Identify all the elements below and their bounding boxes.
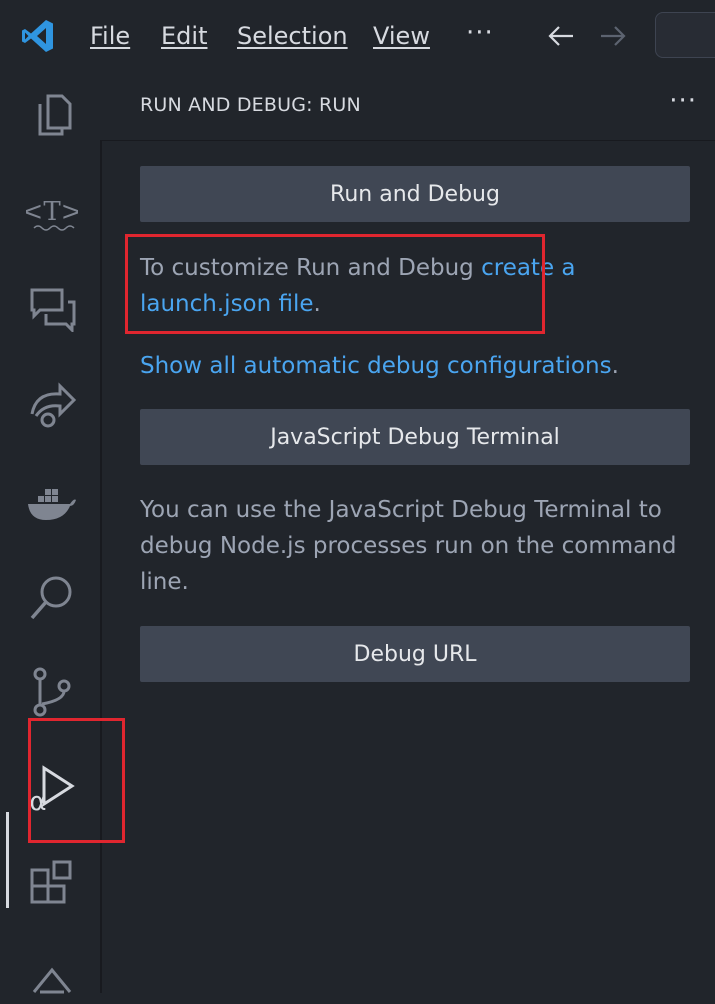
debug-url-button[interactable]: Debug URL bbox=[140, 626, 690, 682]
views-more-icon[interactable]: ··· bbox=[669, 86, 697, 116]
javascript-debug-terminal-button[interactable]: JavaScript Debug Terminal bbox=[140, 409, 690, 465]
forward-arrow-icon[interactable] bbox=[598, 24, 628, 48]
menu-selection[interactable]: Selection bbox=[237, 20, 348, 52]
menu-view[interactable]: View bbox=[373, 20, 430, 52]
sidebar-title: RUN AND DEBUG: RUN bbox=[140, 94, 361, 116]
docker-icon[interactable] bbox=[26, 476, 78, 528]
vscode-logo-icon bbox=[22, 20, 53, 52]
activity-bar: <T> α bbox=[0, 72, 100, 994]
menu-more-icon[interactable]: ··· bbox=[466, 18, 494, 48]
live-share-icon[interactable] bbox=[26, 378, 78, 430]
extensions-icon[interactable] bbox=[26, 860, 78, 912]
svg-text:<T>: <T> bbox=[26, 197, 78, 227]
sidebar-header: RUN AND DEBUG: RUN ··· bbox=[100, 72, 715, 141]
menu-edit[interactable]: Edit bbox=[161, 20, 207, 52]
remote-explorer-icon[interactable] bbox=[26, 952, 78, 1004]
show-configurations-text: Show all automatic debug configurations. bbox=[140, 353, 619, 379]
source-control-icon[interactable] bbox=[26, 666, 78, 718]
command-center[interactable] bbox=[655, 12, 715, 58]
run-and-debug-sidebar: RUN AND DEBUG: RUN ··· Run and Debug To … bbox=[100, 72, 715, 993]
js-terminal-description: You can use the JavaScript Debug Termina… bbox=[140, 497, 677, 595]
title-bar: File Edit Selection View ··· bbox=[0, 0, 715, 72]
sidebar-divider bbox=[100, 140, 102, 993]
active-view-indicator bbox=[6, 812, 9, 908]
launch-json-highlight-box bbox=[125, 234, 545, 334]
text-extension-icon[interactable]: <T> bbox=[26, 186, 78, 238]
debug-icon-highlight-box bbox=[28, 718, 125, 843]
search-icon[interactable] bbox=[26, 572, 78, 624]
back-arrow-icon[interactable] bbox=[546, 24, 576, 48]
explorer-icon[interactable] bbox=[26, 90, 78, 142]
run-and-debug-button[interactable]: Run and Debug bbox=[140, 166, 690, 222]
menu-file[interactable]: File bbox=[90, 20, 130, 52]
comments-icon[interactable] bbox=[26, 280, 78, 332]
show-automatic-configurations-link[interactable]: Show all automatic debug configurations bbox=[140, 353, 612, 379]
